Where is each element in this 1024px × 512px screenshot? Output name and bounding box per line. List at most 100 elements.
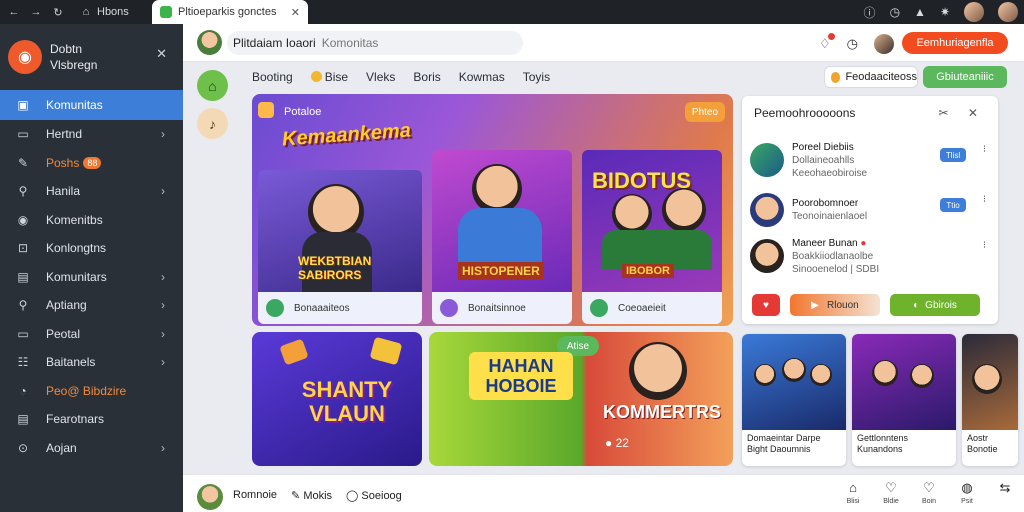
game-tile-1[interactable]: SHANTY VLAUN	[252, 332, 422, 466]
sidebar-item-0[interactable]: ▣ Komunitas	[0, 90, 183, 120]
sidebar-item-7[interactable]: ⚲ Aptiang ›	[0, 291, 183, 320]
category-tab[interactable]: Booting	[252, 70, 293, 84]
sidebar: ◉ Dobtn Vlsbregn ✕ ▣ Komunitas ▭ Hertnd › ✎ Po…	[0, 24, 183, 512]
card-2-icon	[440, 299, 458, 317]
game-tile-1-title: SHANTY VLAUN	[301, 377, 393, 426]
star-icon[interactable]: ✷	[940, 5, 950, 19]
category-tab-label: Boris	[413, 70, 441, 84]
action-button-1[interactable]: ▶ Rlouon	[790, 294, 880, 316]
category-tab[interactable]: Toyis	[523, 70, 550, 84]
history-icon[interactable]: ◷	[847, 36, 858, 52]
game-card-2[interactable]: HISTOPENER Bonaitsinnoe	[432, 150, 572, 324]
sidebar-item-icon: ✎	[17, 155, 29, 170]
browser-chrome: ← → ↻ ⌂ Hbons Pltioeparkis gonctes ✕ ⓘ ◷…	[0, 0, 1024, 24]
info-icon[interactable]: ⓘ	[864, 4, 876, 21]
bottom-action-2[interactable]: ◯ Soeioog	[346, 489, 402, 502]
sidebar-item-icon: ◔	[19, 383, 27, 398]
green-pill-button[interactable]: Gbiuteaniiic	[923, 66, 1007, 88]
list-item[interactable]: Maneer Bunan ● Boakkiiodlanaolbe Sinooen…	[750, 232, 992, 280]
search-input[interactable]: Plitdaiam Ioaori Komonitas	[227, 31, 523, 55]
sidebar-item-icon: ⊙	[17, 440, 29, 455]
game-tile-2[interactable]: Atise HAHAN HOBOIE KOMMERTRS ● 22	[429, 332, 733, 466]
sidebar-item-9[interactable]: ☷ Baitanels ›	[0, 348, 183, 377]
bottom-nav-item[interactable]: ♡ Bldie	[880, 481, 902, 509]
bottom-nav-label: Boin	[921, 498, 936, 505]
list-item-button[interactable]: Tlisl	[940, 148, 966, 162]
category-tab[interactable]: Bise	[310, 70, 348, 84]
browser-tab[interactable]: Pltioeparkis gonctes ✕	[152, 0, 308, 24]
notification-icon[interactable]: ♢	[819, 33, 835, 52]
rail-bell-icon[interactable]: ♪	[197, 108, 228, 139]
list-item-sub-2: Sinooenelod | SDBI	[792, 263, 880, 275]
sidebar-item-6[interactable]: ▤ Komunitars ›	[0, 263, 183, 292]
game-card-small-3[interactable]: Aostr Bonotie	[962, 334, 1018, 466]
clock-icon[interactable]: ◷	[890, 5, 900, 19]
sidebar-item-label: Hertnd	[46, 127, 83, 142]
bottom-action-1[interactable]: ✎ Mokis	[291, 489, 332, 502]
action-button-2[interactable]: ◐ Gbirois	[890, 294, 980, 316]
sidebar-item-2[interactable]: ✎ Poshs 88	[0, 149, 183, 178]
bottom-nav-item[interactable]: ♡ Boin	[918, 481, 940, 509]
forward-arrow-icon[interactable]: →	[30, 6, 42, 18]
bottom-avatar[interactable]	[197, 484, 223, 510]
back-arrow-icon[interactable]: ←	[8, 6, 20, 18]
category-tab[interactable]: Kowmas	[459, 70, 505, 84]
chevron-right-icon: ›	[161, 184, 165, 199]
more-icon[interactable]: ⁝	[983, 144, 986, 155]
coins-pill[interactable]: Feodaaciteoss	[824, 66, 918, 88]
bell-icon[interactable]: ▲	[914, 5, 926, 19]
category-tab[interactable]: Vleks	[366, 70, 395, 84]
list-item-sub: Boakkiiodlanaolbe	[792, 250, 874, 262]
category-tab[interactable]: Boris	[413, 70, 440, 84]
home-icon: ⌂	[82, 6, 90, 18]
card-3-icon	[590, 299, 608, 317]
game-card-small-2[interactable]: Gettlonntens Kunandons	[852, 334, 956, 466]
sidebar-item-4[interactable]: ◉ Komenitbs	[0, 206, 183, 235]
cta-button[interactable]: Eemhuriagenfla	[902, 32, 1008, 54]
sidebar-item-10[interactable]: ◔ Peo@ Bibdzire	[0, 377, 183, 406]
sidebar-item-3[interactable]: ⚲ Hanila ›	[0, 177, 183, 206]
profile-avatar-2[interactable]	[998, 2, 1018, 22]
bottom-nav-item[interactable]: ◍ Psit	[956, 481, 978, 509]
list-item[interactable]: Poreel Diebiis Dollaineoahlls Keeohaeobi…	[750, 136, 992, 184]
list-item-thumb	[750, 143, 784, 177]
hero-badge-icon	[258, 102, 274, 118]
list-item-name: Maneer Bunan	[792, 237, 858, 249]
bottom-nav-item[interactable]: ⇆	[994, 481, 1016, 509]
sidebar-item-11[interactable]: ▤ Fearotnars	[0, 405, 183, 434]
more-icon[interactable]: ⁝	[983, 194, 986, 205]
list-item-button[interactable]: Ttio	[940, 198, 966, 212]
profile-avatar[interactable]	[964, 2, 984, 22]
category-tab-label: Booting	[252, 70, 293, 84]
category-tab-label: Toyis	[522, 70, 551, 84]
panel-tools-icon[interactable]: ✂ ✕	[939, 106, 986, 120]
sidebar-title-line1: Dobtn	[50, 42, 83, 56]
list-item[interactable]: Poorobomnoer Teonoinaienlaoel Ttio ⁝	[750, 186, 992, 234]
coin-icon	[310, 71, 322, 82]
app-logo-icon[interactable]: ◉	[8, 40, 42, 74]
recommendations-panel: Peemoohrooooons ✂ ✕ Poreel Diebiis Dolla…	[742, 96, 998, 324]
rail-home-icon[interactable]: ⌂	[197, 70, 228, 101]
account-avatar[interactable]	[874, 34, 894, 54]
site-label[interactable]: ⌂ Hbons	[80, 6, 129, 18]
sidebar-item-5[interactable]: ⊡ Konlongtns	[0, 234, 183, 263]
game-card-2-label: Bonaitsinnoe	[468, 302, 526, 314]
heart-button[interactable]: ♥	[752, 294, 780, 316]
sidebar-item-8[interactable]: ▭ Peotal ›	[0, 320, 183, 349]
hero-tag-button[interactable]: Phteo	[685, 102, 725, 122]
game-card-small-1[interactable]: Domaeintar Darpe Bight Daoumnis	[742, 334, 846, 466]
sidebar-item-12[interactable]: ⊙ Aojan ›	[0, 434, 183, 463]
category-tab-label: Kowmas	[458, 70, 505, 84]
hero-banner[interactable]: Potaloe Kemaankema Phteo WEKBTBIAN SABIR…	[252, 94, 733, 326]
reload-icon[interactable]: ↻	[52, 6, 64, 19]
site-label-text: Hbons	[97, 6, 129, 18]
game-card-3[interactable]: BIDOTUS IBOBOR Coeoaeieit	[582, 150, 722, 324]
bottom-bar-text: Romnoie ✎ Mokis ◯ Soeioog	[233, 489, 402, 502]
sidebar-item-1[interactable]: ▭ Hertnd ›	[0, 120, 183, 149]
game-card-1[interactable]: WEKBTBIAN SABIRORS Bonaaaiteos	[258, 170, 422, 324]
bottom-nav-item[interactable]: ⌂ Blisi	[842, 481, 864, 509]
user-avatar[interactable]	[197, 30, 222, 55]
more-icon[interactable]: ⁝	[983, 240, 986, 251]
sidebar-close-button[interactable]: ✕	[156, 46, 167, 62]
tab-close-button[interactable]: ✕	[291, 6, 300, 19]
